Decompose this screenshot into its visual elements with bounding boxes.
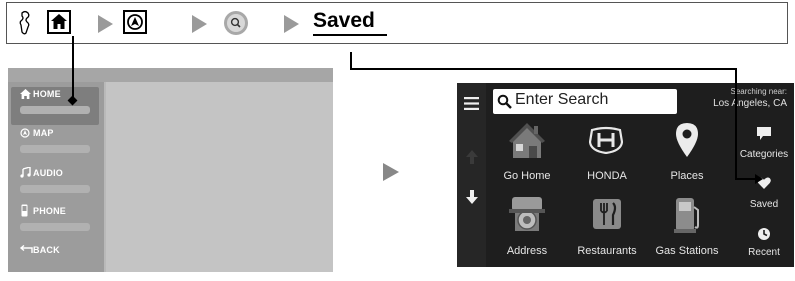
search-icon[interactable] <box>223 10 249 36</box>
search-input[interactable]: Enter Search <box>493 89 677 114</box>
saved-label: Saved <box>749 199 779 210</box>
music-note-icon <box>20 167 31 178</box>
restaurant-icon <box>593 199 621 229</box>
home-icon[interactable] <box>47 10 71 34</box>
places-label: Places <box>670 170 704 182</box>
address-label: Address <box>506 245 548 257</box>
back-icon <box>19 245 33 253</box>
home-label: HOME <box>33 89 61 99</box>
magnifier-icon <box>497 94 512 109</box>
home-button[interactable]: HOME <box>11 87 99 125</box>
navigation-screen: Enter Search Searching near: Los Angeles… <box>457 83 794 267</box>
breadcrumb: Saved <box>6 2 788 44</box>
scroll-down-icon[interactable] <box>466 190 478 204</box>
clock-icon <box>758 228 770 240</box>
saved-connector-drop <box>735 68 737 179</box>
transition-arrow-icon <box>383 163 399 181</box>
audio-label: AUDIO <box>33 168 63 178</box>
back-label: BACK <box>33 245 60 255</box>
restaurants-label: Restaurants <box>577 245 637 257</box>
speech-bubble-icon <box>757 127 771 140</box>
map-button[interactable]: MAP <box>11 126 99 164</box>
home-menu-panel: HOME MAP AUDIO PHONE BACK <box>8 68 333 272</box>
honda-tile[interactable]: HONDA <box>575 120 639 184</box>
honda-label: HONDA <box>587 170 627 182</box>
menu-rail <box>457 83 486 267</box>
go-home-label: Go Home <box>503 170 551 182</box>
home-connector-line <box>72 36 74 101</box>
saved-connector-arrowhead <box>755 174 763 184</box>
mailbox-icon <box>509 197 545 231</box>
navigation-icon[interactable] <box>123 10 147 34</box>
breadcrumb-arrow-icon <box>192 15 207 33</box>
restaurants-tile[interactable]: Restaurants <box>571 193 643 263</box>
go-home-tile[interactable]: Go Home <box>495 120 559 184</box>
voice-icon <box>19 10 30 35</box>
honda-logo-icon <box>589 126 623 154</box>
search-placeholder: Enter Search <box>515 91 609 108</box>
saved-underline <box>313 34 387 36</box>
saved-breadcrumb-label[interactable]: Saved <box>313 9 375 33</box>
map-icon <box>20 128 30 138</box>
house-icon <box>509 123 545 158</box>
address-tile[interactable]: Address <box>495 193 559 263</box>
gas-stations-label: Gas Stations <box>655 245 719 257</box>
home-icon <box>20 89 31 99</box>
hamburger-menu-icon[interactable] <box>464 97 479 110</box>
audio-button[interactable]: AUDIO <box>11 166 99 204</box>
phone-button[interactable]: PHONE <box>11 204 99 242</box>
searching-near-label: Searching near: <box>730 87 787 96</box>
phone-label: PHONE <box>33 206 67 216</box>
recent-button[interactable]: Recent <box>734 223 794 265</box>
gas-pump-icon <box>674 198 699 233</box>
categories-label: Categories <box>739 149 789 160</box>
breadcrumb-arrow-icon <box>284 15 299 33</box>
breadcrumb-arrow-icon <box>98 15 113 33</box>
recent-label: Recent <box>748 247 780 258</box>
places-tile[interactable]: Places <box>655 120 719 184</box>
scroll-up-icon[interactable] <box>466 150 478 164</box>
categories-button[interactable]: Categories <box>734 123 794 167</box>
saved-connector-end <box>735 178 757 180</box>
phone-icon <box>21 204 28 217</box>
map-label: MAP <box>33 128 54 138</box>
saved-connector-vertical <box>350 52 352 69</box>
map-pin-icon <box>676 123 698 157</box>
display-area <box>106 82 333 272</box>
gas-stations-tile[interactable]: Gas Stations <box>651 193 723 263</box>
saved-connector-horizontal <box>350 68 737 70</box>
back-button[interactable]: BACK <box>11 243 99 281</box>
